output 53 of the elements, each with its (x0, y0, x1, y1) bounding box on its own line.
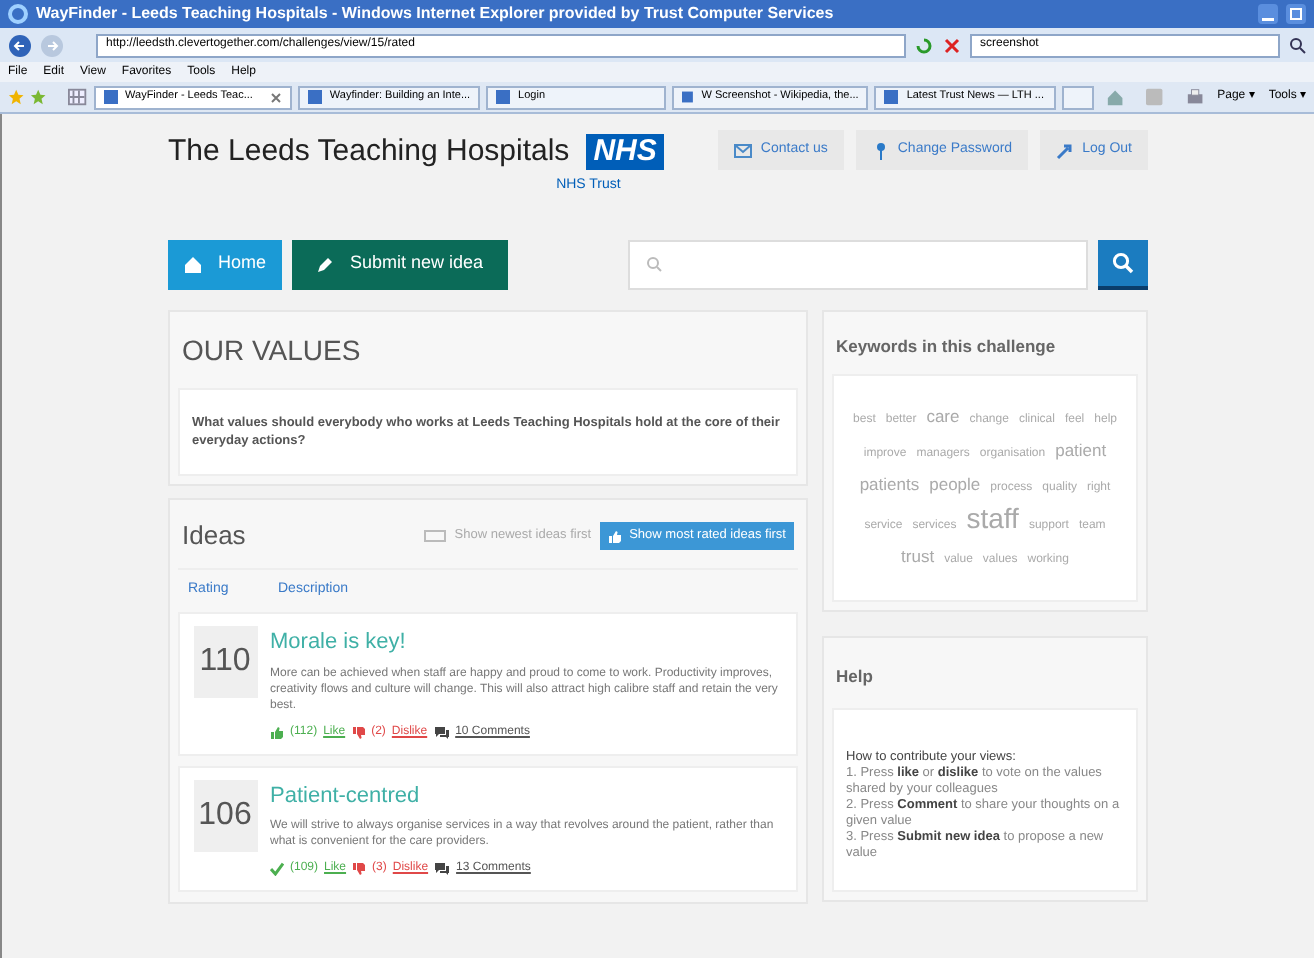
keyword-link[interactable]: patients (859, 471, 920, 496)
close-tab-icon[interactable] (269, 91, 282, 103)
search-field[interactable] (627, 239, 1088, 289)
home-icon (184, 255, 202, 273)
refresh-icon[interactable] (914, 35, 934, 55)
keywords-title: Keywords in this challenge (834, 334, 1058, 360)
submit-idea-button[interactable]: Submit new idea (292, 239, 508, 289)
speech-bubbles-icon (434, 862, 451, 876)
new-tab-button[interactable] (1061, 85, 1095, 109)
star-icon[interactable] (8, 88, 25, 106)
restore-icon[interactable] (1286, 4, 1306, 24)
keyword-link[interactable]: care (926, 403, 960, 428)
rating: 106 (193, 779, 257, 851)
rating: 110 (193, 626, 257, 698)
organisation-name: The Leeds Teaching Hospitals (168, 132, 570, 172)
idea-title[interactable]: Patient-centred (270, 779, 780, 812)
thumbs-up-icon (607, 529, 622, 543)
page-icon (307, 90, 322, 104)
page-icon (103, 90, 118, 104)
page-icon (496, 90, 511, 104)
thumbs-down-icon (352, 862, 367, 876)
quick-tabs-icon[interactable] (68, 88, 88, 106)
add-favorites-icon[interactable] (30, 88, 47, 106)
back-icon[interactable] (8, 33, 32, 57)
keyword-link[interactable]: staff (966, 505, 1019, 530)
thumbs-down-icon (351, 725, 366, 739)
idea-title[interactable]: Morale is key! (270, 626, 780, 659)
page-icon (682, 90, 694, 104)
search-icon (1112, 251, 1134, 273)
page-icon (884, 90, 899, 104)
ie-logo-icon (8, 4, 28, 24)
ideas-title: Ideas (182, 518, 246, 555)
forward-icon[interactable] (40, 33, 64, 57)
search-button[interactable] (1098, 239, 1148, 289)
keyword-link[interactable]: trust (901, 543, 935, 568)
new-badge-icon (424, 530, 447, 542)
envelope-icon (734, 141, 753, 159)
minimize-icon[interactable] (1258, 4, 1278, 24)
keyword-link[interactable]: people (929, 471, 981, 496)
window-title: WayFinder - Leeds Teaching Hospitals - Windows Internet Explorer provided by Trust Computer Services (36, 2, 834, 26)
search-icon[interactable] (1288, 36, 1306, 54)
home-button[interactable]: Home (168, 239, 283, 289)
search-icon (645, 256, 662, 272)
keyword-link[interactable]: patient (1055, 437, 1107, 462)
nhs-logo: NHS (585, 134, 665, 171)
close-icon[interactable] (942, 35, 962, 55)
home-icon[interactable] (1106, 88, 1125, 106)
speech-bubbles-icon (433, 725, 450, 739)
arrow-icon (1056, 141, 1075, 159)
help-title: Help (834, 663, 875, 690)
print-icon[interactable] (1185, 88, 1204, 106)
pencil-icon (316, 255, 335, 273)
challenge-title: OUR VALUES (180, 332, 363, 370)
